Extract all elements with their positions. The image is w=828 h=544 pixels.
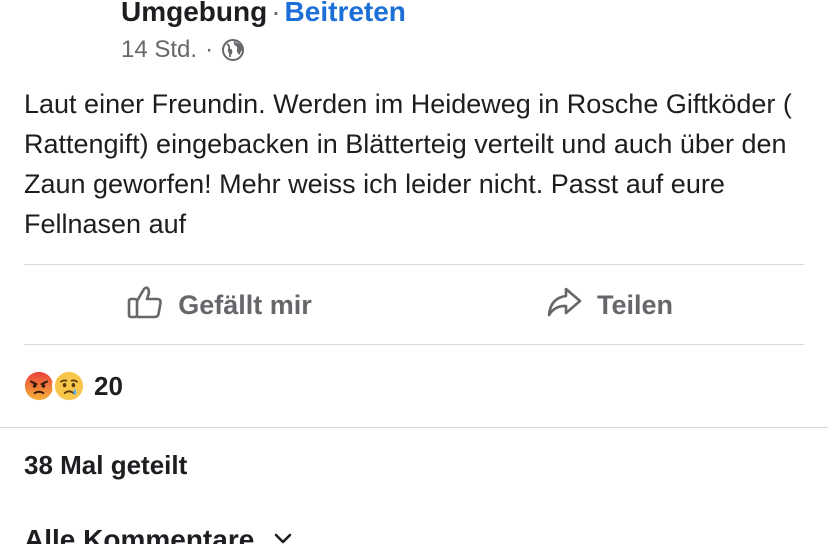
post-header: Umgebung · Beitreten 14 Std. ·	[121, 0, 821, 66]
post-time[interactable]: 14 Std.	[121, 34, 197, 66]
all-comments-dropdown[interactable]: Alle Kommentare	[24, 524, 294, 544]
comments-filter-label: Alle Kommentare	[24, 524, 255, 544]
title-separator: ·	[271, 0, 281, 27]
reaction-count: 20	[94, 370, 123, 401]
divider-top	[24, 264, 804, 265]
thumbs-up-icon	[126, 283, 164, 328]
angry-emoji-icon	[22, 369, 56, 403]
meta-separator: ·	[205, 36, 214, 63]
join-group-link[interactable]: Beitreten	[285, 0, 406, 27]
group-name[interactable]: Umgebung	[121, 0, 267, 27]
share-label: Teilen	[596, 289, 674, 320]
share-arrow-icon	[545, 283, 583, 328]
post-body-text: Laut einer Freundin. Werden im Heideweg …	[24, 89, 792, 239]
sad-emoji-icon	[52, 369, 86, 403]
like-button[interactable]: Gefällt mir	[24, 266, 414, 344]
share-button[interactable]: Teilen	[414, 266, 804, 344]
globe-icon	[221, 38, 245, 62]
share-count[interactable]: 38 Mal geteilt	[24, 450, 187, 481]
section-divider	[0, 427, 828, 428]
post-meta: 14 Std. ·	[121, 34, 821, 66]
group-title-line: Umgebung · Beitreten	[121, 0, 821, 30]
chevron-down-icon	[272, 524, 294, 544]
like-label: Gefällt mir	[178, 289, 312, 320]
reactions-summary[interactable]: 20	[22, 366, 123, 406]
divider-bottom	[24, 344, 804, 345]
post-actions-bar: Gefällt mir Teilen	[24, 266, 804, 344]
